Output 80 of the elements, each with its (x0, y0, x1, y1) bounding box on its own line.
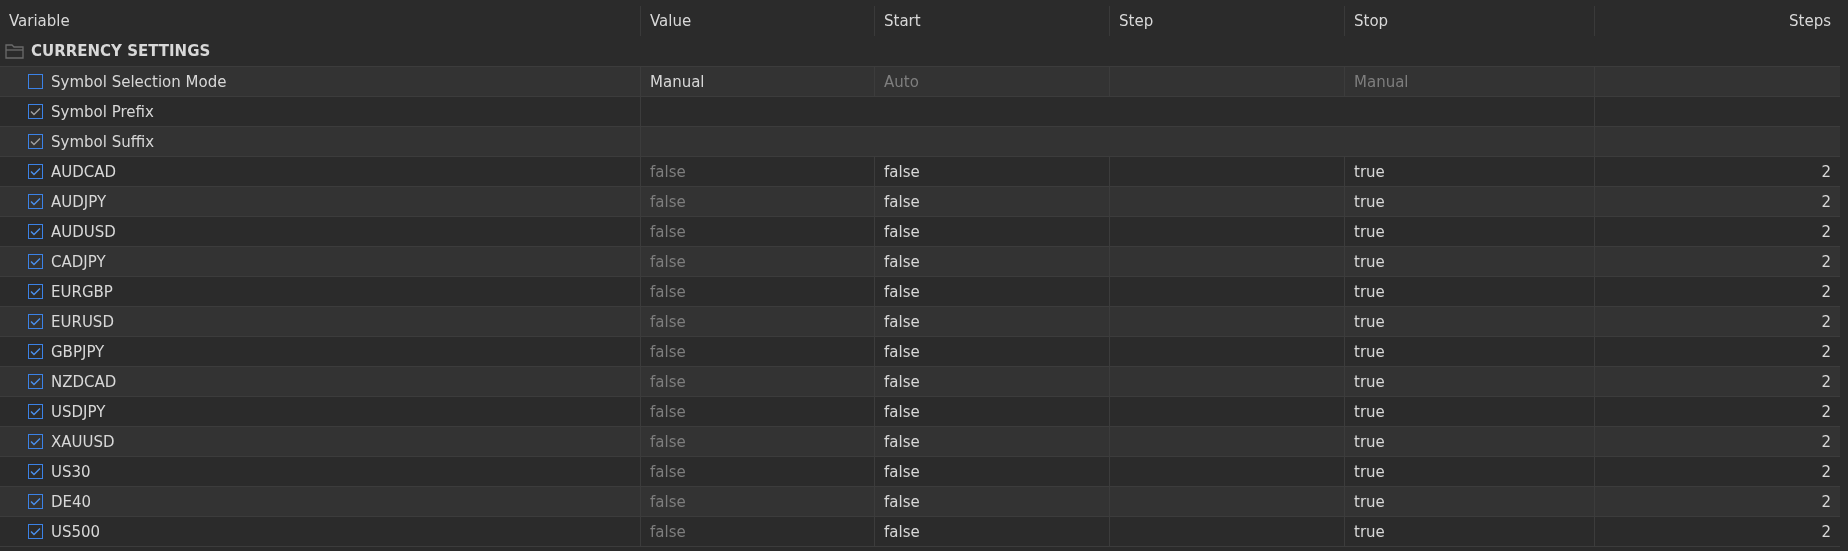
table-cell[interactable]: true (1354, 162, 1385, 181)
variable-name: XAUUSD (51, 432, 115, 451)
variable-name: Symbol Suffix (51, 132, 155, 151)
table-cell[interactable]: false (884, 462, 920, 481)
checkbox[interactable] (28, 404, 43, 419)
variable-name: Symbol Selection Mode (51, 72, 227, 91)
table-cell: 2 (1821, 192, 1831, 211)
table-cell[interactable]: false (884, 492, 920, 511)
folder-icon[interactable] (5, 43, 25, 59)
checkbox[interactable] (28, 74, 43, 89)
column-header[interactable]: Stop (1354, 12, 1389, 30)
variable-name: AUDJPY (51, 192, 107, 211)
table-cell[interactable]: true (1354, 522, 1385, 541)
column-header[interactable]: Steps (1789, 12, 1831, 30)
checkbox[interactable] (28, 224, 43, 239)
group-label: CURRENCY SETTINGS (31, 42, 211, 60)
table-cell[interactable]: false (884, 432, 920, 451)
table-cell[interactable]: false (884, 222, 920, 241)
table-cell[interactable]: true (1354, 492, 1385, 511)
table-cell[interactable]: true (1354, 402, 1385, 421)
table-cell[interactable]: true (1354, 192, 1385, 211)
variable-name: GBPJPY (51, 342, 105, 361)
table-cell[interactable]: false (884, 312, 920, 331)
table-cell[interactable]: false (884, 372, 920, 391)
table-cell[interactable]: false (884, 342, 920, 361)
table-cell[interactable]: false (884, 192, 920, 211)
checkbox[interactable] (28, 344, 43, 359)
table-cell[interactable]: true (1354, 462, 1385, 481)
column-header[interactable]: Start (884, 12, 921, 30)
checkbox[interactable] (28, 164, 43, 179)
table-cell[interactable]: true (1354, 282, 1385, 301)
checkbox[interactable] (28, 464, 43, 479)
table-cell: 2 (1821, 312, 1831, 331)
table-cell[interactable]: false (884, 282, 920, 301)
table-cell[interactable]: true (1354, 372, 1385, 391)
table-cell: 2 (1821, 522, 1831, 541)
table-cell: 2 (1821, 432, 1831, 451)
column-header[interactable]: Step (1119, 12, 1154, 30)
table-cell: 2 (1821, 402, 1831, 421)
table-cell[interactable]: false (884, 522, 920, 541)
table-cell[interactable]: false (884, 162, 920, 181)
table-cell: 2 (1821, 372, 1831, 391)
variable-name: EURGBP (51, 282, 113, 301)
checkbox[interactable] (28, 494, 43, 509)
table-cell: 2 (1821, 282, 1831, 301)
variable-name: AUDCAD (51, 162, 117, 181)
checkbox[interactable] (28, 314, 43, 329)
table-cell: 2 (1821, 252, 1831, 271)
variable-name: EURUSD (51, 312, 114, 331)
checkbox[interactable] (28, 374, 43, 389)
variable-name: AUDUSD (51, 222, 116, 241)
table-cell: 2 (1821, 162, 1831, 181)
checkbox[interactable] (28, 104, 43, 119)
checkbox[interactable] (28, 434, 43, 449)
variable-name: USDJPY (51, 402, 106, 421)
variable-name: NZDCAD (51, 372, 117, 391)
table-cell[interactable]: Manual (650, 72, 705, 91)
table-cell[interactable]: true (1354, 312, 1385, 331)
table-cell: 2 (1821, 462, 1831, 481)
table-cell: 2 (1821, 222, 1831, 241)
variable-name: DE40 (51, 492, 92, 511)
table-cell[interactable]: true (1354, 432, 1385, 451)
checkbox[interactable] (28, 194, 43, 209)
variable-name: US30 (51, 462, 91, 481)
variable-name: CADJPY (51, 252, 106, 271)
column-header[interactable]: Variable (9, 12, 70, 30)
table-cell[interactable]: false (884, 402, 920, 421)
checkbox[interactable] (28, 524, 43, 539)
table-cell: 2 (1821, 492, 1831, 511)
table-cell: 2 (1821, 342, 1831, 361)
table-cell[interactable]: true (1354, 342, 1385, 361)
table-cell[interactable]: true (1354, 222, 1385, 241)
checkbox[interactable] (28, 254, 43, 269)
variable-name: US500 (51, 522, 101, 541)
checkbox[interactable] (28, 134, 43, 149)
table-cell[interactable]: true (1354, 252, 1385, 271)
variable-name: Symbol Prefix (51, 102, 154, 121)
column-header[interactable]: Value (650, 12, 692, 30)
table-cell[interactable]: false (884, 252, 920, 271)
checkbox[interactable] (28, 284, 43, 299)
